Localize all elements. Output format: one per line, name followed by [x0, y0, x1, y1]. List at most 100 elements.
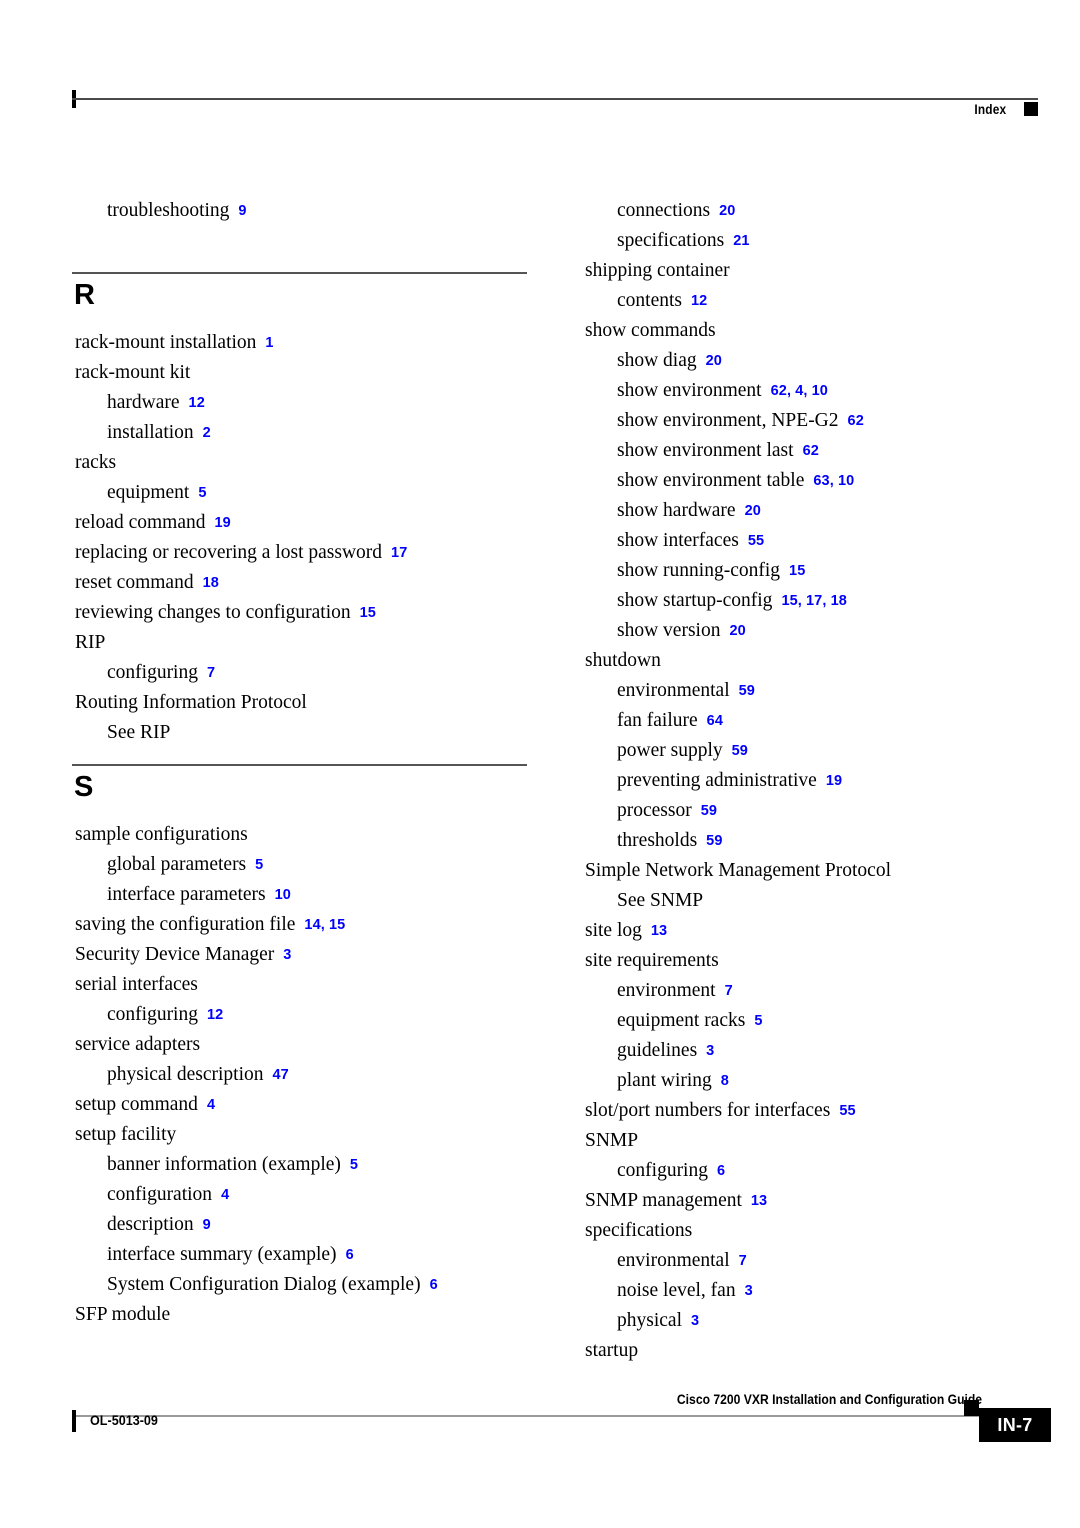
index-entry[interactable]: thresholds 59	[582, 826, 1037, 856]
index-entry[interactable]: reset command 18	[72, 568, 527, 598]
index-entry[interactable]: global parameters 5	[72, 850, 527, 880]
index-entry[interactable]: shipping container	[582, 256, 1037, 286]
index-entry[interactable]: Simple Network Management Protocol	[582, 856, 1037, 886]
index-entry[interactable]: show environment table 63, 10	[582, 466, 1037, 496]
index-entry[interactable]: Routing Information Protocol	[72, 688, 527, 718]
index-entry[interactable]: equipment 5	[72, 478, 527, 508]
index-entry-page-refs[interactable]: 2	[203, 425, 211, 441]
index-entry[interactable]: startup	[582, 1336, 1037, 1366]
index-entry[interactable]: connections 20	[582, 196, 1037, 226]
index-entry[interactable]: fan failure 64	[582, 706, 1037, 736]
index-entry-page-refs[interactable]: 55	[839, 1103, 855, 1119]
index-entry-page-refs[interactable]: 9	[203, 1217, 211, 1233]
index-entry-page-refs[interactable]: 5	[350, 1157, 358, 1173]
index-entry-page-refs[interactable]: 18	[203, 575, 219, 591]
index-entry[interactable]: banner information (example) 5	[72, 1150, 527, 1180]
index-entry-page-refs[interactable]: 7	[739, 1253, 747, 1269]
index-entry[interactable]: rack-mount installation 1	[72, 328, 527, 358]
index-entry-page-refs[interactable]: 63, 10	[813, 473, 854, 489]
index-entry[interactable]: configuring 7	[72, 658, 527, 688]
index-entry-page-refs[interactable]: 59	[739, 683, 755, 699]
index-entry-page-refs[interactable]: 5	[754, 1013, 762, 1029]
index-entry[interactable]: hardware 12	[72, 388, 527, 418]
index-entry-page-refs[interactable]: 3	[745, 1283, 753, 1299]
index-entry-page-refs[interactable]: 20	[729, 623, 745, 639]
index-entry-page-refs[interactable]: 10	[275, 887, 291, 903]
index-entry[interactable]: installation 2	[72, 418, 527, 448]
index-entry[interactable]: show interfaces 55	[582, 526, 1037, 556]
index-entry[interactable]: environmental 7	[582, 1246, 1037, 1276]
index-entry-page-refs[interactable]: 59	[701, 803, 717, 819]
index-entry-page-refs[interactable]: 12	[691, 293, 707, 309]
index-entry[interactable]: physical description 47	[72, 1060, 527, 1090]
index-entry[interactable]: service adapters	[72, 1030, 527, 1060]
index-entry[interactable]: site log 13	[582, 916, 1037, 946]
index-entry-page-refs[interactable]: 20	[719, 203, 735, 219]
index-entry[interactable]: description 9	[72, 1210, 527, 1240]
index-entry[interactable]: configuring 6	[582, 1156, 1037, 1186]
index-entry-page-refs[interactable]: 64	[707, 713, 723, 729]
index-entry-page-refs[interactable]: 6	[430, 1277, 438, 1293]
index-entry[interactable]: configuration 4	[72, 1180, 527, 1210]
index-entry[interactable]: rack-mount kit	[72, 358, 527, 388]
index-entry-page-refs[interactable]: 20	[745, 503, 761, 519]
index-entry[interactable]: configuring 12	[72, 1000, 527, 1030]
index-entry[interactable]: site requirements	[582, 946, 1037, 976]
index-entry[interactable]: plant wiring 8	[582, 1066, 1037, 1096]
index-entry[interactable]: show environment 62, 4, 10	[582, 376, 1037, 406]
index-entry-page-refs[interactable]: 62	[803, 443, 819, 459]
index-entry[interactable]: See SNMP	[582, 886, 1037, 916]
index-entry[interactable]: System Configuration Dialog (example) 6	[72, 1270, 527, 1300]
index-entry[interactable]: SNMP management 13	[582, 1186, 1037, 1216]
index-entry[interactable]: interface parameters 10	[72, 880, 527, 910]
index-entry-page-refs[interactable]: 55	[748, 533, 764, 549]
index-entry[interactable]: environmental 59	[582, 676, 1037, 706]
index-entry-page-refs[interactable]: 4	[221, 1187, 229, 1203]
index-entry[interactable]: sample configurations	[72, 820, 527, 850]
index-entry-page-refs[interactable]: 6	[717, 1163, 725, 1179]
index-entry-page-refs[interactable]: 13	[651, 923, 667, 939]
index-entry-page-refs[interactable]: 15, 17, 18	[781, 593, 847, 609]
index-entry[interactable]: show running-config 15	[582, 556, 1037, 586]
index-entry[interactable]: troubleshooting 9	[72, 196, 527, 226]
index-entry-page-refs[interactable]: 14, 15	[304, 917, 345, 933]
index-entry-page-refs[interactable]: 17	[391, 545, 407, 561]
index-entry-page-refs[interactable]: 19	[826, 773, 842, 789]
index-entry[interactable]: RIP	[72, 628, 527, 658]
index-entry-page-refs[interactable]: 9	[238, 203, 246, 219]
index-entry[interactable]: slot/port numbers for interfaces 55	[582, 1096, 1037, 1126]
index-entry[interactable]: setup facility	[72, 1120, 527, 1150]
index-entry[interactable]: power supply 59	[582, 736, 1037, 766]
index-entry-page-refs[interactable]: 7	[207, 665, 215, 681]
index-entry-page-refs[interactable]: 59	[732, 743, 748, 759]
index-entry-page-refs[interactable]: 13	[751, 1193, 767, 1209]
index-entry-page-refs[interactable]: 20	[706, 353, 722, 369]
index-entry-page-refs[interactable]: 12	[207, 1007, 223, 1023]
index-entry-page-refs[interactable]: 15	[789, 563, 805, 579]
index-entry-page-refs[interactable]: 62, 4, 10	[771, 383, 828, 399]
index-entry[interactable]: saving the configuration file 14, 15	[72, 910, 527, 940]
index-entry-page-refs[interactable]: 19	[215, 515, 231, 531]
index-entry[interactable]: physical 3	[582, 1306, 1037, 1336]
index-entry[interactable]: noise level, fan 3	[582, 1276, 1037, 1306]
index-entry[interactable]: preventing administrative 19	[582, 766, 1037, 796]
index-entry-page-refs[interactable]: 12	[189, 395, 205, 411]
index-entry-page-refs[interactable]: 59	[706, 833, 722, 849]
index-entry-page-refs[interactable]: 3	[706, 1043, 714, 1059]
index-entry-page-refs[interactable]: 6	[346, 1247, 354, 1263]
index-entry[interactable]: specifications	[582, 1216, 1037, 1246]
index-entry[interactable]: setup command 4	[72, 1090, 527, 1120]
index-entry-page-refs[interactable]: 47	[273, 1067, 289, 1083]
index-entry[interactable]: SNMP	[582, 1126, 1037, 1156]
index-entry[interactable]: reviewing changes to configuration 15	[72, 598, 527, 628]
index-entry[interactable]: show commands	[582, 316, 1037, 346]
index-entry[interactable]: specifications 21	[582, 226, 1037, 256]
index-entry-page-refs[interactable]: 3	[691, 1313, 699, 1329]
index-entry[interactable]: show startup-config 15, 17, 18	[582, 586, 1037, 616]
index-entry-page-refs[interactable]: 21	[733, 233, 749, 249]
index-entry[interactable]: processor 59	[582, 796, 1037, 826]
index-entry[interactable]: equipment racks 5	[582, 1006, 1037, 1036]
index-entry-page-refs[interactable]: 8	[721, 1073, 729, 1089]
index-entry[interactable]: show version 20	[582, 616, 1037, 646]
index-entry[interactable]: SFP module	[72, 1300, 527, 1330]
